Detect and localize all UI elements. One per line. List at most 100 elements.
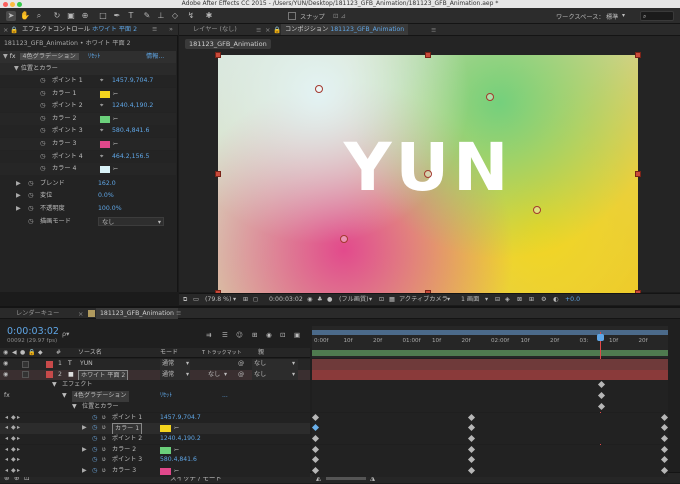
keyframe-marker[interactable] (660, 434, 669, 442)
tab-effect-controls[interactable]: エフェクトコントロール ホワイト 平面 2 (18, 24, 141, 35)
property-row[interactable]: ◂ ◆ ▸ ▶ ◷ ʋ カラー 2 ⤚ (0, 444, 310, 456)
keyframe-add-icon[interactable]: ◆ (11, 413, 16, 424)
draft-3d-icon[interactable]: ☰ (222, 331, 228, 339)
col-mode[interactable]: モード (160, 348, 178, 358)
keyframe-marker[interactable] (467, 466, 476, 475)
property-track[interactable] (311, 466, 669, 477)
effect-param-row[interactable]: ◷ ポイント 3 ⌖ 580.4,841.6 (0, 125, 176, 138)
stopwatch-icon[interactable]: ◷ (28, 178, 33, 190)
effect-track[interactable] (312, 391, 668, 402)
stopwatch-icon[interactable]: ◷ (28, 190, 33, 202)
param-value[interactable]: 0.0% (98, 190, 114, 202)
zoom-select[interactable]: (79.8 %) (205, 294, 231, 306)
stopwatch-icon[interactable]: ◷ (40, 125, 45, 137)
zoom-dropdown-icon[interactable]: ▾ (233, 294, 236, 306)
effect-header-row[interactable]: ▼ fx 4色グラデーション ﾘｾｯﾄ 情報... (0, 51, 176, 63)
keyframe-marker[interactable] (467, 445, 476, 453)
effect-expand-icon[interactable]: ▼ (62, 391, 67, 402)
rotate-tool-icon[interactable]: ↻ (52, 11, 62, 21)
gradient-point-3-handle[interactable] (340, 235, 348, 243)
color-swatch[interactable] (160, 425, 171, 433)
stopwatch-icon[interactable]: ◷ (92, 466, 97, 477)
stopwatch-icon[interactable]: ◷ (92, 455, 97, 466)
layer-tab-menu-icon[interactable]: ≡ (256, 26, 261, 34)
panel-menu-icon[interactable]: ≡ (152, 25, 157, 33)
group-row[interactable]: ▼ 位置とカラー (0, 63, 176, 75)
effect-param-row[interactable]: ◷ カラー 3 ⤚ (0, 138, 176, 150)
timeline-toggle-icon[interactable]: ⊠ (517, 294, 522, 306)
keyframe-marker[interactable] (311, 456, 320, 464)
stopwatch-icon[interactable]: ◷ (40, 163, 45, 175)
timeline-tab-close-icon[interactable]: × (78, 310, 83, 318)
property-value[interactable]: 580.4,841.6 (160, 455, 197, 466)
property-expand-icon[interactable]: ▶ (82, 423, 87, 434)
stopwatch-icon[interactable]: ◷ (28, 216, 33, 228)
hand-tool-icon[interactable]: ✋ (20, 11, 30, 21)
stopwatch-icon[interactable]: ◷ (40, 138, 45, 150)
effects-group-row[interactable]: ▼ エフェクト (0, 380, 310, 391)
keyframe-marker[interactable] (597, 402, 606, 410)
color-swatch[interactable] (100, 166, 110, 174)
property-value[interactable]: 1240.4,190.2 (160, 434, 201, 445)
stopwatch-icon[interactable]: ◷ (92, 434, 97, 445)
param-expand-icon[interactable]: ▶ (16, 190, 21, 202)
param-value[interactable]: 580.4,841.6 (112, 125, 149, 137)
point-target-icon[interactable]: ⌖ (100, 100, 103, 112)
tab-render-queue[interactable]: レンダーキュー (12, 308, 63, 319)
track-matte-dropdown-icon[interactable]: ▾ (224, 370, 227, 381)
color-swatch[interactable] (160, 446, 171, 454)
graph-icon[interactable]: ʋ (102, 455, 106, 466)
flowchart-view-icon[interactable]: ⚙ (541, 294, 547, 306)
fx-icon[interactable]: fx (10, 53, 16, 60)
property-row[interactable]: ◂ ◆ ▸ ▶ ◷ ʋ カラー 1 ⤚ (0, 423, 310, 436)
col-parent[interactable]: 親 (258, 348, 264, 358)
label-header-icon[interactable]: ◆ (38, 348, 43, 358)
comp-tab-menu-icon[interactable]: ≡ (431, 26, 436, 34)
mode-dropdown-icon[interactable]: ▾ (186, 359, 189, 370)
param-value[interactable]: 1457.9,704.7 (112, 75, 153, 87)
minimize-window-button[interactable] (10, 1, 15, 7)
layer-handle-mid-right[interactable] (635, 171, 641, 177)
timeline-menu-icon[interactable]: ≡ (176, 309, 181, 317)
property-track[interactable] (311, 444, 669, 456)
keyframe-marker[interactable] (660, 424, 669, 432)
always-preview-icon[interactable]: ⧉ (183, 294, 187, 306)
timeline-effect-name[interactable]: 4色グラデーション (72, 391, 129, 402)
comp-lock-icon[interactable]: 🔒 (273, 26, 281, 34)
graph-icon[interactable]: ʋ (102, 423, 106, 434)
stopwatch-icon[interactable]: ◷ (40, 113, 45, 125)
col-hash[interactable]: # (56, 348, 61, 358)
mask-visibility-icon[interactable]: ◻ (253, 294, 258, 306)
keyframe-nav-prev-icon[interactable]: ◂ (5, 423, 8, 434)
keyframe-nav-prev-icon[interactable]: ◂ (5, 455, 8, 466)
toggle-pixel-icon[interactable]: ⊟ (495, 294, 500, 306)
graph-icon[interactable]: ʋ (102, 413, 106, 424)
stopwatch-icon[interactable]: ◷ (40, 88, 45, 100)
effect-reset-link[interactable]: ﾘｾｯﾄ (88, 51, 100, 63)
layer-label-color[interactable] (46, 371, 53, 379)
time-ruler[interactable]: 0:00f 10f 20f 01:00f 10f 20f 02:00f 10f 20f 03: 10… (312, 326, 668, 358)
effects-group-track[interactable] (312, 380, 668, 391)
snap-checkbox[interactable] (288, 12, 296, 20)
gradient-point-4-handle[interactable] (315, 85, 323, 93)
layer-duration-bar[interactable] (312, 359, 668, 370)
effect-param-row[interactable]: ◷ カラー 4 ⤚ (0, 163, 176, 176)
clone-stamp-tool-icon[interactable]: ⊥ (156, 11, 166, 21)
property-label[interactable]: カラー 3 (112, 466, 136, 477)
playhead-handle[interactable] (597, 334, 604, 341)
keyframe-nav-prev-icon[interactable]: ◂ (5, 466, 8, 477)
lock-header-icon[interactable]: 🔒 (28, 348, 35, 358)
expand-panels-icon[interactable]: » (169, 25, 173, 33)
lock-icon[interactable]: 🔒 (10, 26, 18, 34)
pen-tool-icon[interactable]: ✒ (112, 11, 122, 21)
comp-timecode[interactable]: 0:00:03:02 (269, 294, 303, 306)
comp-tab-close-icon[interactable]: × (265, 26, 270, 34)
camera-tool-icon[interactable]: ▣ (66, 11, 76, 21)
parent-dropdown-icon[interactable]: ▾ (292, 359, 295, 370)
help-search-input[interactable]: ⌕ (640, 11, 674, 21)
exposure-value[interactable]: +0.0 (565, 294, 580, 306)
effect-expand-icon[interactable]: ▼ (0, 53, 8, 60)
keyframe-marker[interactable] (311, 413, 320, 421)
solo-header-icon[interactable]: ● (20, 348, 25, 358)
layer-row[interactable]: ◉ 1 T YUN 通常 ▾ @ なし ▾ (0, 359, 310, 370)
